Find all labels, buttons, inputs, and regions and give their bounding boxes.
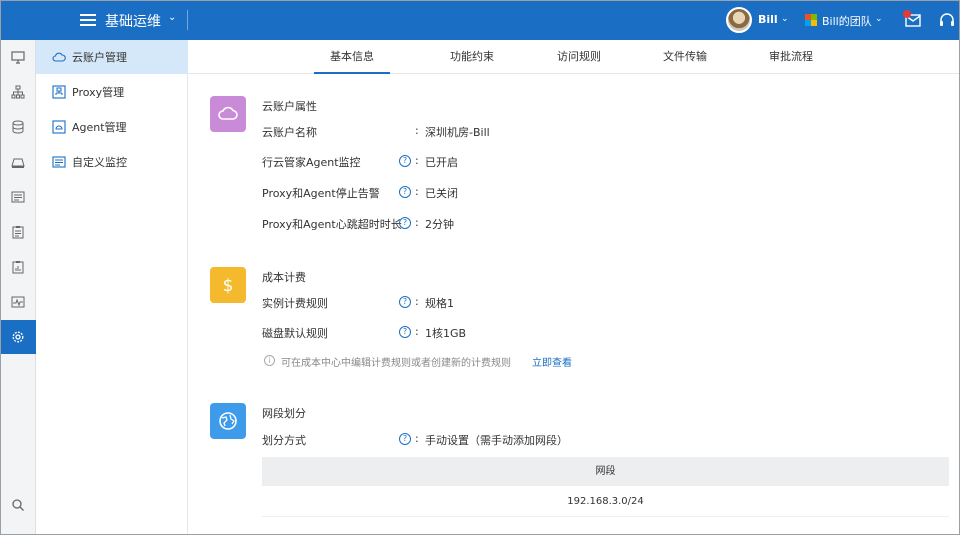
rail-monitor[interactable]: [0, 40, 36, 74]
sidebar-item-cloud-accounts[interactable]: 云账户管理: [36, 40, 188, 74]
rail-database[interactable]: [0, 110, 36, 144]
chevron-down-icon[interactable]: ⌄: [875, 14, 883, 24]
report-icon: [12, 261, 24, 274]
field-colon: :: [415, 295, 419, 308]
field-label: Proxy和Agent停止告警: [262, 187, 380, 200]
icon-rail: [0, 40, 36, 535]
field-colon: :: [415, 216, 419, 229]
notification-badge: [903, 10, 911, 18]
sidebar-item-label: Agent管理: [72, 121, 127, 134]
pulse-icon: [11, 296, 25, 308]
dollar-icon: $: [223, 276, 234, 296]
rail-search[interactable]: [0, 488, 36, 522]
help-icon[interactable]: ?: [399, 155, 411, 167]
field-value: 1核1GB: [425, 327, 467, 340]
hint-text: 可在成本中心中编辑计费规则或者创建新的计费规则: [281, 358, 511, 369]
field-label: 实例计费规则: [262, 297, 328, 310]
sidebar-item-agent[interactable]: Agent管理: [36, 110, 188, 144]
rail-topology[interactable]: [0, 75, 36, 109]
cost-section-icon: $: [210, 267, 246, 303]
field-colon: :: [415, 185, 419, 198]
tab-basic-info[interactable]: 基本信息: [314, 40, 390, 74]
top-bar: 基础运维 ⌄ Bill ⌄ Bill的团队 ⌄: [0, 0, 960, 40]
topology-icon: [11, 85, 25, 99]
team-icon: [805, 14, 817, 26]
account-section-icon: [210, 96, 246, 132]
globe-icon: [219, 412, 237, 430]
custom-monitor-icon: [52, 156, 66, 168]
field-label: 云账户名称: [262, 126, 317, 139]
info-icon: i: [264, 355, 275, 366]
tab-feature-constraints[interactable]: 功能约束: [436, 40, 508, 74]
chevron-down-icon[interactable]: ⌄: [781, 14, 789, 24]
rail-server[interactable]: [0, 145, 36, 179]
section-title: 网段划分: [262, 407, 306, 420]
cloud-icon: [52, 52, 66, 62]
avatar[interactable]: [726, 7, 752, 33]
tab-bar: 基本信息 功能约束 访问规则 文件传输 审批流程: [188, 40, 960, 74]
field-label: 磁盘默认规则: [262, 327, 328, 340]
search-icon: [12, 499, 24, 511]
sidebar-item-label: Proxy管理: [72, 86, 125, 99]
headset-icon[interactable]: [939, 12, 955, 28]
section-title: 成本计费: [262, 271, 306, 284]
rail-report[interactable]: [0, 250, 36, 284]
help-icon[interactable]: ?: [399, 217, 411, 229]
sidebar-item-proxy[interactable]: Proxy管理: [36, 75, 188, 109]
agent-icon: [52, 120, 66, 134]
help-icon[interactable]: ?: [399, 296, 411, 308]
help-icon[interactable]: ?: [399, 433, 411, 445]
table-header: 网段: [262, 457, 949, 486]
field-label: 行云管家Agent监控: [262, 156, 361, 169]
user-name[interactable]: Bill: [758, 13, 778, 26]
field-colon: :: [415, 432, 419, 445]
rail-clipboard[interactable]: [0, 215, 36, 249]
field-value: 2分钟: [425, 218, 454, 231]
help-icon[interactable]: ?: [399, 186, 411, 198]
view-now-link[interactable]: 立即查看: [532, 354, 572, 369]
proxy-icon: [52, 85, 66, 99]
app-title[interactable]: 基础运维: [105, 11, 161, 31]
field-value: 深圳机房-Bill: [425, 126, 490, 139]
sidebar-item-custom-monitor[interactable]: 自定义监控: [36, 145, 188, 179]
database-icon: [12, 120, 24, 134]
monitor-icon: [11, 51, 25, 64]
sidebar-item-label: 云账户管理: [72, 51, 127, 64]
rail-list[interactable]: [0, 180, 36, 214]
network-table: 网段 192.168.3.0/24: [262, 457, 949, 517]
rail-settings[interactable]: [0, 320, 36, 354]
field-colon: :: [415, 325, 419, 338]
field-colon: :: [415, 154, 419, 167]
team-name[interactable]: Bill的团队: [822, 13, 872, 29]
field-label: Proxy和Agent心跳超时时长: [262, 218, 402, 231]
sidebar-item-label: 自定义监控: [72, 156, 127, 169]
svg-text:$: $: [223, 276, 234, 296]
help-icon[interactable]: ?: [399, 326, 411, 338]
list-icon: [11, 191, 25, 203]
tab-file-transfer[interactable]: 文件传输: [649, 40, 721, 74]
field-value: 已关闭: [425, 187, 458, 200]
network-section-icon: [210, 403, 246, 439]
rail-pulse[interactable]: [0, 285, 36, 319]
clipboard-icon: [12, 226, 24, 239]
tab-access-rules[interactable]: 访问规则: [543, 40, 615, 74]
gear-icon: [12, 331, 24, 343]
field-value: 已开启: [425, 156, 458, 169]
table-row: 192.168.3.0/24: [262, 486, 949, 517]
field-value: 手动设置（需手动添加网段）: [425, 434, 568, 447]
menu-icon[interactable]: [80, 12, 96, 28]
field-colon: :: [415, 124, 419, 137]
server-icon: [11, 158, 25, 168]
header-divider: [187, 10, 188, 30]
tab-approval-flow[interactable]: 审批流程: [755, 40, 827, 74]
field-value: 规格1: [425, 297, 454, 310]
field-label: 划分方式: [262, 434, 306, 447]
cloud-icon: [218, 106, 238, 120]
section-title: 云账户属性: [262, 100, 317, 113]
sidebar: 云账户管理 Proxy管理 Agent管理 自定义监控: [36, 40, 188, 535]
chevron-down-icon[interactable]: ⌄: [168, 12, 176, 23]
